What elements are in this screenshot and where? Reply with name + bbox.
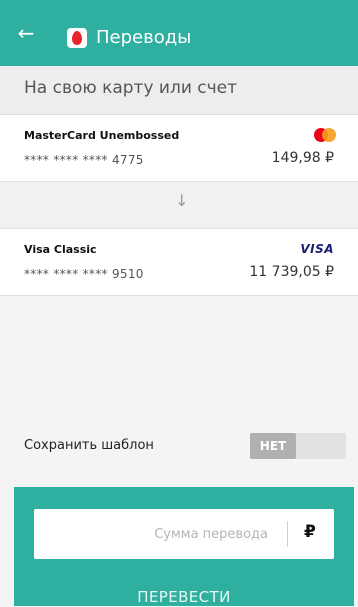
mts-bank-logo: [67, 28, 87, 48]
transfer-type-label: На свою карту или счет: [24, 78, 238, 98]
arrow-down-icon: ↓: [175, 191, 189, 210]
currency-ruble-icon: ₽: [304, 522, 316, 542]
source-card[interactable]: MasterCard Unembossed **** **** **** 477…: [0, 115, 358, 182]
app-bar: ← Переводы: [0, 0, 358, 66]
page-title: Переводы: [96, 27, 192, 48]
source-card-balance: 149,98 ₽: [271, 150, 334, 166]
transfer-direction: ↓: [0, 182, 358, 229]
save-template-row: Сохранить шаблон НЕТ: [0, 432, 358, 462]
amount-input[interactable]: [34, 509, 280, 559]
source-card-number: **** **** **** 4775: [24, 153, 144, 167]
target-card-name: Visa Classic: [24, 243, 97, 256]
transfer-submit-button[interactable]: ПЕРЕВЕСТИ: [14, 587, 354, 607]
mastercard-logo-icon: [314, 128, 336, 142]
transfer-panel: ₽ ПЕРЕВЕСТИ: [14, 487, 354, 606]
source-card-name: MasterCard Unembossed: [24, 129, 180, 142]
target-card-balance: 11 739,05 ₽: [249, 264, 334, 280]
visa-logo-icon: VISA: [300, 242, 334, 256]
amount-field: ₽: [34, 509, 334, 559]
amount-divider: [287, 521, 288, 547]
target-card[interactable]: Visa Classic VISA **** **** **** 9510 11…: [0, 229, 358, 296]
back-arrow-icon[interactable]: ←: [14, 21, 38, 45]
save-template-label: Сохранить шаблон: [24, 438, 154, 453]
toggle-state-label: НЕТ: [250, 433, 296, 459]
save-template-toggle[interactable]: НЕТ: [250, 433, 346, 459]
transfer-type-header: На свою карту или счет: [0, 66, 358, 115]
target-card-number: **** **** **** 9510: [24, 267, 144, 281]
